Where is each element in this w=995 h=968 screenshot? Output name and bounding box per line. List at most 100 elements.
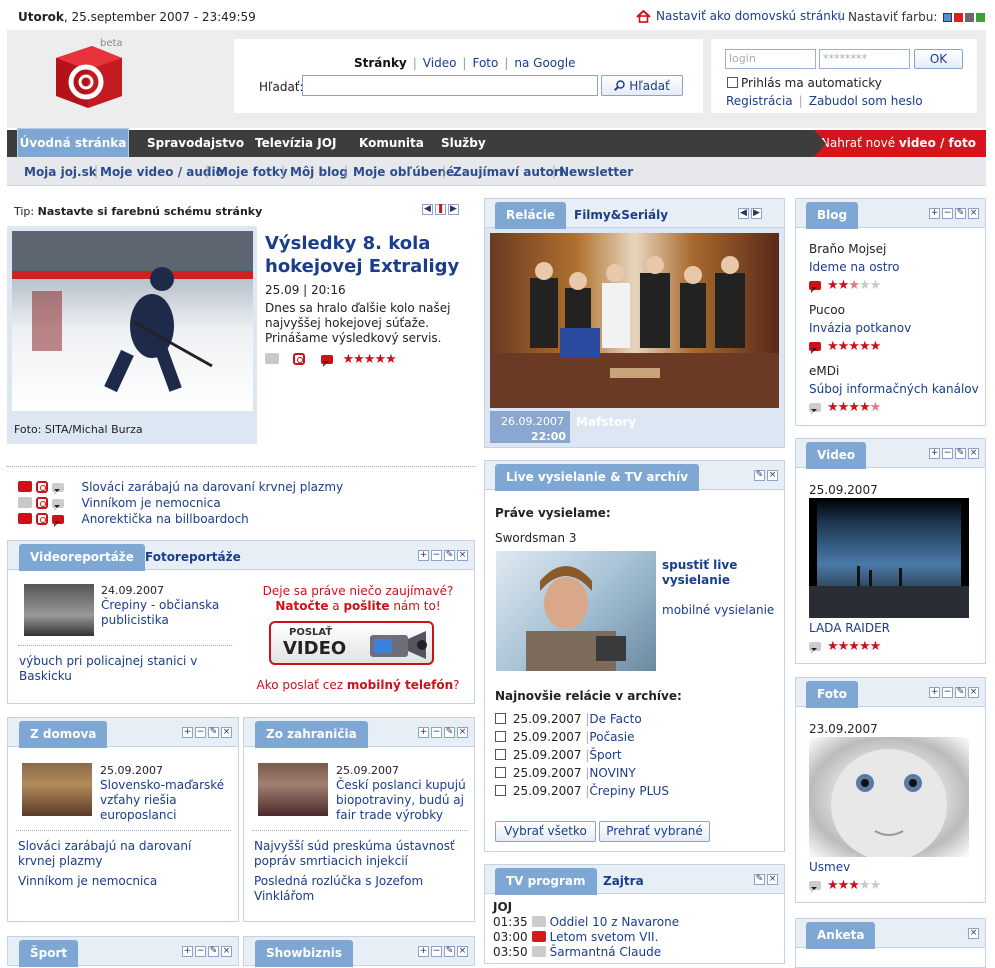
prev-icon[interactable]: ◀ [422,204,433,215]
send-video-button[interactable]: POSLAŤ VIDEO [269,621,434,665]
set-homepage-text[interactable]: Nastaviť ako domovskú stránku [656,9,845,23]
tv-title[interactable]: Letom svetom VII. [550,930,659,944]
video-thumbnail[interactable] [809,498,969,618]
joj-logo[interactable]: beta [48,38,128,110]
color-swatch-red[interactable] [954,13,964,22]
settings-icon[interactable]: ✎ [955,687,966,698]
register-link[interactable]: Registrácia [726,94,793,108]
color-swatch-gray[interactable] [965,13,975,22]
play-icon[interactable] [531,916,546,927]
collapse-icon[interactable]: − [942,448,953,459]
archive-checkbox[interactable] [495,767,506,778]
news-link[interactable]: Vinníkom je nemocnica [81,496,220,510]
upload-video-photo-button[interactable]: Nahrať nové video / foto [814,130,986,157]
blog-title[interactable]: Ideme na ostro [809,260,900,274]
search-input[interactable] [302,75,598,96]
settings-icon[interactable]: ✎ [955,448,966,459]
tab-anketa[interactable]: Anketa [806,922,876,949]
checkbox-box[interactable] [727,77,738,88]
next-icon[interactable]: ▶ [448,204,459,215]
show-title[interactable]: Mafstory [576,415,636,429]
archive-name[interactable]: Počasie [589,730,634,744]
settings-icon[interactable]: ✎ [208,946,219,957]
search-tab-video[interactable]: Video [423,56,457,70]
tab-z-domova[interactable]: Z domova [19,721,108,748]
pause-icon[interactable]: ❚ [435,204,446,215]
play-selected-button[interactable]: Prehrať vybrané [599,821,710,842]
close-icon[interactable]: × [221,946,232,957]
subnav-my-blog[interactable]: Môj blog [290,165,348,179]
mobile-stream-link[interactable]: mobilné vysielanie [662,603,774,617]
subnav-favorites[interactable]: Moje obľúbené [353,165,454,179]
tv-title[interactable]: Šarmantná Claude [550,945,662,959]
archive-name[interactable]: De Facto [589,712,641,726]
article-link[interactable]: Najvyšší súd preskúma ústavnosť popráv s… [254,839,469,869]
play-icon[interactable] [531,931,546,942]
auto-login-checkbox[interactable]: Prihlás ma automaticky [727,76,882,90]
collapse-icon[interactable]: − [195,727,206,738]
close-icon[interactable]: × [457,946,468,957]
archive-checkbox[interactable] [495,713,506,724]
settings-icon[interactable]: ✎ [444,550,455,561]
article-title[interactable]: Českí poslanci kupujú biopotraviny, budú… [336,778,468,823]
color-swatch-green[interactable] [976,13,986,22]
tab-relacie[interactable]: Relácie [495,202,566,229]
settings-icon[interactable]: ✎ [754,470,765,481]
search-tab-google[interactable]: na Google [514,56,575,70]
close-icon[interactable]: × [767,874,778,885]
password-input[interactable]: ******** [819,49,910,69]
search-button[interactable]: Hľadať [601,75,683,96]
settings-icon[interactable]: ✎ [955,208,966,219]
close-icon[interactable]: × [968,687,979,698]
play-icon[interactable] [531,946,546,957]
tab-tomorrow[interactable]: Zajtra [603,874,644,888]
video-title[interactable]: LADA RAIDER [809,621,890,635]
news-link[interactable]: Slováci zarábajú na darovaní krvnej plaz… [81,480,343,494]
expand-icon[interactable]: + [929,448,940,459]
nav-tab-home[interactable]: Úvodná stránka [17,128,129,158]
close-icon[interactable]: × [968,448,979,459]
tab-live-archive[interactable]: Live vysielanie & TV archív [495,464,700,491]
color-swatch-blue[interactable] [943,13,953,22]
parliament-thumbnail[interactable] [22,763,92,816]
close-icon[interactable]: × [457,550,468,561]
nav-tab-news[interactable]: Spravodajstvo [147,130,244,157]
close-icon[interactable]: × [968,928,979,939]
collapse-icon[interactable]: − [942,687,953,698]
hockey-photo[interactable] [12,231,253,411]
blog-title[interactable]: Invázia potkanov [809,321,911,335]
tab-photo-reports[interactable]: Fotoreportáže [145,550,241,564]
archive-name[interactable]: Črepiny PLUS [589,784,669,798]
tab-sport[interactable]: Šport [19,940,79,967]
settings-icon[interactable]: ✎ [444,727,455,738]
settings-icon[interactable]: ✎ [754,874,765,885]
forgot-password-link[interactable]: Zabudol som heslo [809,94,923,108]
expand-icon[interactable]: + [418,550,429,561]
article-title[interactable]: Slovensko-maďarské vzťahy riešia europos… [100,778,230,823]
article-link[interactable]: Vinníkom je nemocnica [18,874,228,888]
tab-zo-zahranicia[interactable]: Zo zahraničia [255,721,368,748]
subnav-authors[interactable]: Zaujímaví autori [453,165,564,179]
archive-name[interactable]: Šport [589,748,621,762]
close-icon[interactable]: × [457,727,468,738]
set-homepage-link[interactable]: Nastaviť ako domovskú stránku [636,9,845,23]
tab-foto[interactable]: Foto [806,681,858,708]
tab-showbiznis[interactable]: Showbiznis [255,940,354,967]
prev-icon[interactable]: ◀ [738,208,749,219]
start-live-link[interactable]: spustiť live vysielanie [662,558,762,588]
photo-thumbnail[interactable] [809,737,969,857]
archive-checkbox[interactable] [495,731,506,742]
blog-title[interactable]: Súboj informačných kanálov [809,382,979,396]
login-ok-button[interactable]: OK [914,49,963,69]
report-link[interactable]: výbuch pri policajnej stanici v Baskicku [19,654,219,684]
settings-icon[interactable]: ✎ [444,946,455,957]
report-thumbnail[interactable] [24,584,94,636]
nav-tab-services[interactable]: Služby [441,130,486,157]
search-tab-pages[interactable]: Stránky [354,56,407,70]
collapse-icon[interactable]: − [195,946,206,957]
settings-icon[interactable]: ✎ [208,727,219,738]
expand-icon[interactable]: + [182,946,193,957]
archive-checkbox[interactable] [495,749,506,760]
tab-video[interactable]: Video [806,442,867,469]
collapse-icon[interactable]: − [431,727,442,738]
